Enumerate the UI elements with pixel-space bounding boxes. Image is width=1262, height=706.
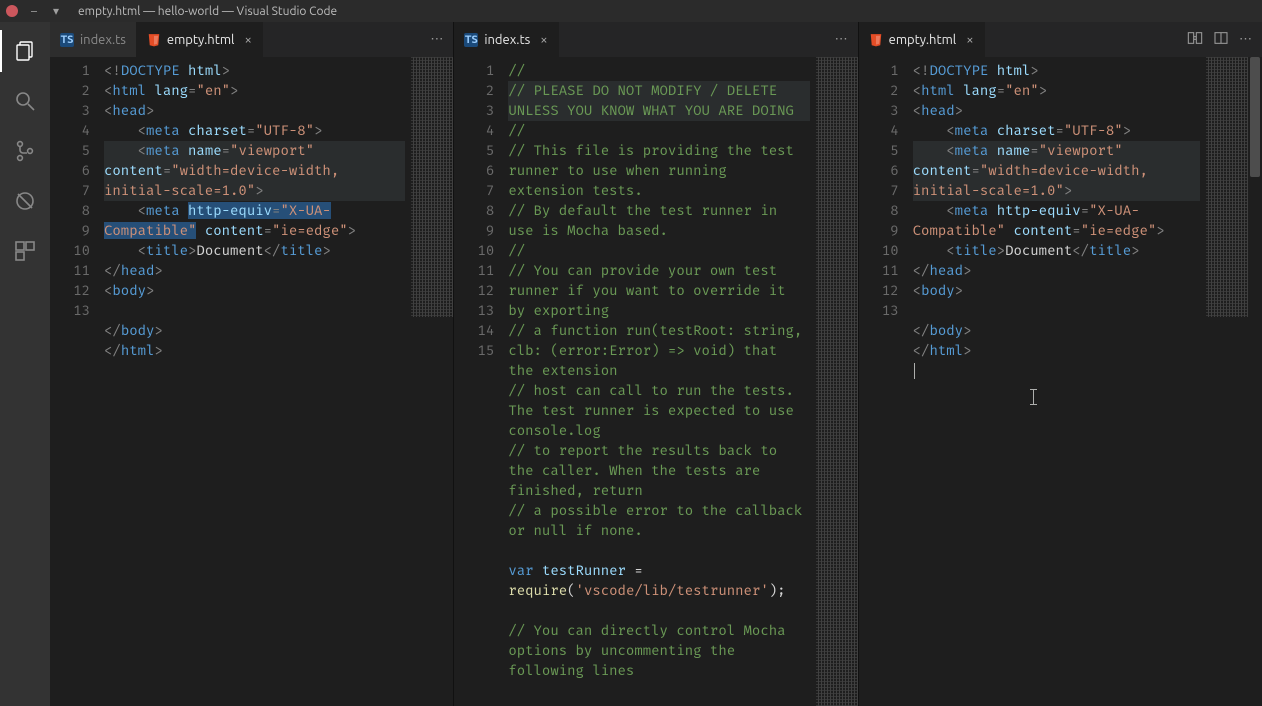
tabs-group-1: TS index.ts empty.html × ⋯: [50, 22, 453, 57]
more-actions-icon[interactable]: ⋯: [1239, 32, 1252, 47]
workbench: TS index.ts empty.html × ⋯ 1234567891011…: [0, 22, 1262, 706]
html-file-icon: [147, 33, 161, 47]
tab-label: empty.html: [889, 33, 957, 47]
ts-file-icon: TS: [60, 33, 74, 47]
extensions-icon[interactable]: [0, 230, 50, 272]
scrollbar-thumb[interactable]: [1250, 57, 1260, 177]
tab-label: index.ts: [484, 33, 530, 47]
editor-group-3: empty.html × ⋯ 12345678910111213 <!DOCTY…: [858, 22, 1262, 706]
window-minimize-button[interactable]: –: [28, 5, 40, 18]
close-icon[interactable]: ×: [540, 33, 547, 47]
tab-index-ts[interactable]: TS index.ts ×: [454, 22, 558, 57]
scrollbar[interactable]: [1248, 57, 1262, 706]
minimap[interactable]: [411, 57, 453, 317]
editor-1[interactable]: 12345678910111213 <!DOCTYPE html><html l…: [50, 57, 453, 706]
explorer-icon[interactable]: [0, 30, 50, 72]
editor-group-1: TS index.ts empty.html × ⋯ 1234567891011…: [50, 22, 453, 706]
minimap[interactable]: [1206, 57, 1248, 317]
editor-area: TS index.ts empty.html × ⋯ 1234567891011…: [50, 22, 1262, 706]
html-file-icon: [869, 33, 883, 47]
code-area[interactable]: <!DOCTYPE html><html lang="en"><head> <m…: [913, 57, 1206, 706]
more-actions-icon[interactable]: ⋯: [430, 32, 443, 47]
code-area[interactable]: //// PLEASE DO NOT MODIFY / DELETE UNLES…: [508, 57, 815, 706]
minimap[interactable]: [816, 57, 858, 706]
window-maximize-button[interactable]: ▾: [50, 4, 62, 18]
more-actions-icon[interactable]: ⋯: [835, 32, 848, 47]
tabs-group-2: TS index.ts × ⋯: [454, 22, 857, 57]
tab-index-ts[interactable]: TS index.ts: [50, 22, 137, 57]
ts-file-icon: TS: [464, 33, 478, 47]
text-cursor: [1033, 389, 1034, 405]
gutter: 123456789101112131415: [454, 57, 508, 706]
activity-bar: [0, 22, 50, 706]
debug-icon[interactable]: [0, 180, 50, 222]
tab-empty-html[interactable]: empty.html ×: [859, 22, 985, 57]
editor-3[interactable]: 12345678910111213 <!DOCTYPE html><html l…: [859, 57, 1262, 706]
split-editor-icon[interactable]: [1213, 30, 1229, 49]
titlebar: – ▾ empty.html — hello-world — Visual St…: [0, 0, 1262, 22]
tab-label: index.ts: [80, 33, 126, 47]
gutter: 12345678910111213: [50, 57, 104, 706]
scm-icon[interactable]: [0, 130, 50, 172]
editor-2[interactable]: 123456789101112131415 //// PLEASE DO NOT…: [454, 57, 857, 706]
editor-group-2: TS index.ts × ⋯ 123456789101112131415 //…: [453, 22, 857, 706]
tab-label: empty.html: [167, 33, 235, 47]
close-icon[interactable]: ×: [244, 33, 251, 47]
gutter: 12345678910111213: [859, 57, 913, 706]
tab-empty-html[interactable]: empty.html ×: [137, 22, 263, 57]
open-changes-icon[interactable]: [1187, 30, 1203, 49]
window-close-button[interactable]: [6, 5, 18, 17]
code-area[interactable]: <!DOCTYPE html><html lang="en"><head> <m…: [104, 57, 411, 706]
window-title: empty.html — hello-world — Visual Studio…: [78, 5, 337, 18]
search-icon[interactable]: [0, 80, 50, 122]
tabs-group-3: empty.html × ⋯: [859, 22, 1262, 57]
close-icon[interactable]: ×: [966, 33, 973, 47]
